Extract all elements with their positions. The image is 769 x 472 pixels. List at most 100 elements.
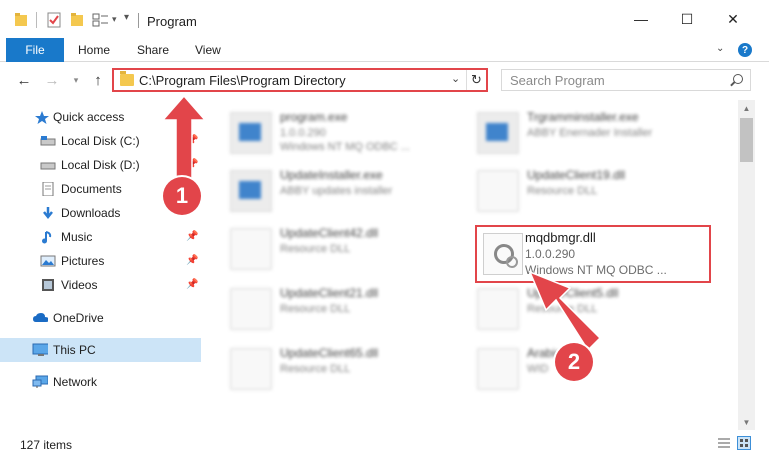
dll-file-icon: [477, 288, 519, 330]
scroll-down-arrow-icon[interactable]: ▼: [738, 414, 755, 430]
dll-file-icon: [230, 288, 272, 330]
nav-label: Documents: [61, 182, 122, 196]
dll-file-icon: [477, 170, 519, 212]
file-name: mqdbmgr.dll: [525, 230, 596, 245]
highlighted-file-mqdbmgr[interactable]: mqdbmgr.dll 1.0.0.290 Windows NT MQ ODBC…: [475, 225, 711, 283]
nav-item-this-pc[interactable]: This PC: [0, 338, 201, 362]
help-icon[interactable]: ?: [738, 43, 752, 57]
details-view-icon[interactable]: [717, 436, 731, 450]
address-bar[interactable]: C:\Program Files\Program Directory ⌄ ↻: [112, 68, 488, 92]
exe-file-icon: [230, 170, 272, 212]
file-detail: Resource DLL: [280, 243, 351, 255]
minimize-button[interactable]: —: [618, 0, 664, 38]
ribbon-tabs: File Home Share View ⌄ ?: [0, 38, 769, 62]
scroll-thumb[interactable]: [740, 118, 753, 162]
nav-item-network[interactable]: Network: [0, 370, 201, 394]
title-bar: ▾ ▾ Program — ☐ ✕: [0, 0, 769, 38]
list-item[interactable]: program.exe 1.0.0.290 Windows NT MQ ODBC…: [230, 106, 470, 166]
pin-icon[interactable]: 📌: [186, 255, 198, 266]
nav-item-local-disk-d[interactable]: Local Disk (D:) 📌: [0, 153, 201, 177]
tab-share[interactable]: Share: [137, 38, 169, 62]
list-item[interactable]: UpdateClient65.dll Resource DLL: [230, 342, 470, 402]
pictures-icon: [40, 255, 56, 267]
list-item[interactable]: UpdateClient5.dll Resource DLL: [477, 282, 717, 342]
title-divider: [138, 13, 139, 28]
forward-arrow-icon[interactable]: →: [42, 70, 62, 90]
file-description: Windows NT MQ ODBC ...: [525, 263, 667, 277]
expand-ribbon-chevron-icon[interactable]: ⌄: [716, 43, 724, 54]
dll-file-icon: [230, 348, 272, 390]
file-name: Trgramminstaller.exe: [527, 110, 639, 124]
nav-label: Music: [61, 230, 93, 244]
drive-icon: [40, 136, 56, 146]
nav-label: This PC: [53, 343, 96, 357]
recent-locations-chevron-icon[interactable]: ▾: [66, 70, 86, 90]
nav-label: Videos: [61, 278, 98, 292]
back-arrow-icon[interactable]: ←: [14, 70, 34, 90]
nav-item-videos[interactable]: Videos 📌: [0, 273, 201, 297]
tab-file[interactable]: File: [6, 38, 64, 62]
file-name: UpdateClient19.dll: [527, 168, 626, 182]
tab-view[interactable]: View: [195, 38, 221, 62]
navigation-pane: Quick access Local Disk (C:) 📌 Local Dis…: [0, 100, 203, 430]
nav-label: Pictures: [61, 254, 105, 268]
folder-icon: [120, 71, 134, 86]
address-path[interactable]: C:\Program Files\Program Directory: [139, 73, 346, 88]
file-detail: Windows NT MQ ODBC ...: [280, 141, 410, 153]
nav-label: Local Disk (C:): [61, 134, 140, 148]
network-icon: [32, 375, 48, 388]
list-item[interactable]: UpdateInstaller.exe ABBY updates install…: [230, 164, 470, 224]
up-arrow-icon[interactable]: ↑: [88, 70, 108, 90]
list-item[interactable]: UpdateClient42.dll Resource DLL: [230, 222, 470, 282]
downloads-icon: [43, 207, 53, 220]
pin-icon[interactable]: 📌: [186, 279, 198, 290]
list-item[interactable]: Trgramminstaller.exe ABBY Enernader Inst…: [477, 106, 717, 166]
pin-icon[interactable]: 📌: [186, 135, 198, 146]
file-detail: ABBY updates installer: [280, 185, 393, 197]
file-name: UpdateClient65.dll: [280, 346, 379, 360]
search-placeholder: Search Program: [510, 73, 605, 88]
status-bar: 127 items: [0, 430, 769, 472]
scroll-up-arrow-icon[interactable]: ▲: [738, 100, 755, 116]
nav-item-local-disk-c[interactable]: Local Disk (C:) 📌: [0, 129, 201, 153]
dll-gear-icon: [483, 233, 523, 275]
file-detail: Resource DLL: [527, 185, 598, 197]
list-item[interactable]: UpdateClient19.dll Resource DLL: [477, 164, 717, 224]
tab-home[interactable]: Home: [78, 38, 110, 62]
close-button[interactable]: ✕: [710, 0, 756, 38]
search-input[interactable]: Search Program: [501, 69, 751, 91]
nav-label: OneDrive: [53, 311, 104, 325]
nav-item-onedrive[interactable]: OneDrive: [0, 306, 201, 330]
dll-file-icon: [477, 348, 519, 390]
pin-icon[interactable]: 📌: [186, 159, 198, 170]
view-options-icon[interactable]: [92, 12, 110, 28]
drive-icon: [40, 162, 56, 170]
folder-icon[interactable]: [14, 12, 28, 28]
pin-icon[interactable]: 📌: [186, 231, 198, 242]
maximize-button[interactable]: ☐: [664, 0, 710, 38]
nav-item-quick-access[interactable]: Quick access: [0, 105, 201, 129]
documents-icon: [42, 182, 54, 196]
properties-icon[interactable]: [46, 12, 62, 28]
new-folder-icon[interactable]: [70, 12, 84, 28]
large-icons-view-icon[interactable]: [737, 436, 751, 450]
cloud-icon: [33, 313, 48, 322]
file-name: UpdateClient42.dll: [280, 226, 379, 240]
file-name: UpdateInstaller.exe: [280, 168, 383, 182]
refresh-icon[interactable]: ↻: [466, 70, 486, 90]
callout-step-1: 1: [163, 177, 201, 215]
file-detail: WID: [527, 363, 549, 375]
nav-item-pictures[interactable]: Pictures 📌: [0, 249, 201, 273]
toolbar-divider: [36, 12, 37, 28]
list-item[interactable]: Arabic WID: [477, 342, 717, 402]
pin-down-icon[interactable]: ▾: [124, 12, 129, 28]
address-dropdown-chevron-icon[interactable]: ⌄: [451, 72, 460, 85]
vertical-scrollbar[interactable]: ▲ ▼: [738, 100, 755, 430]
customize-toolbar-chevron-icon[interactable]: ▾: [112, 14, 117, 30]
dll-file-icon: [230, 228, 272, 270]
list-item[interactable]: UpdateClient21.dll Resource DLL: [230, 282, 470, 342]
exe-file-icon: [230, 112, 272, 154]
file-detail: Resource DLL: [280, 363, 351, 375]
nav-item-music[interactable]: Music 📌: [0, 225, 201, 249]
address-row: ← → ▾ ↑ C:\Program Files\Program Directo…: [0, 62, 769, 100]
